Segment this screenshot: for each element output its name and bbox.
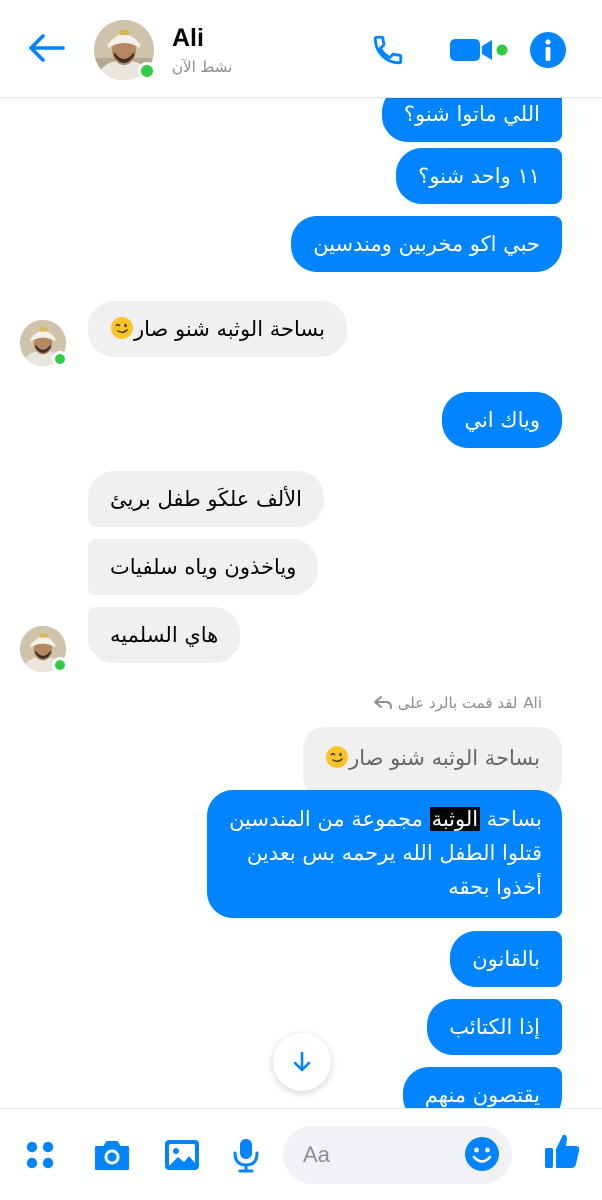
camera-icon[interactable] bbox=[90, 1133, 134, 1177]
quoted-message[interactable]: بساحة الوثبه شنو صار bbox=[303, 727, 562, 799]
winking-face-icon bbox=[326, 746, 349, 768]
contact-avatar[interactable] bbox=[94, 20, 156, 80]
back-arrow-icon[interactable] bbox=[24, 26, 68, 70]
microphone-icon[interactable] bbox=[224, 1133, 268, 1177]
arrow-down-icon bbox=[293, 1051, 311, 1072]
message-composer bbox=[0, 1108, 602, 1200]
reply-arrow-icon bbox=[373, 696, 392, 709]
message-outgoing[interactable]: بالقانون bbox=[450, 931, 562, 987]
conversation-header: Ali نشط الآن bbox=[0, 0, 602, 98]
message-outgoing[interactable]: وياك اني bbox=[442, 392, 562, 448]
phone-icon[interactable] bbox=[366, 28, 410, 72]
highlighted-word: الوثبة bbox=[429, 807, 481, 831]
online-indicator bbox=[52, 657, 68, 673]
video-call-icon[interactable] bbox=[446, 28, 512, 72]
reply-context-label: Ali لقد قمت بالرد على bbox=[373, 694, 542, 712]
message-outgoing-reply[interactable]: بساحة الوثبة مجموعة من المندسين قتلوا ال… bbox=[207, 790, 562, 918]
message-incoming[interactable]: الألف علكَو طفل بريئ bbox=[88, 471, 324, 527]
gallery-icon[interactable] bbox=[160, 1133, 204, 1177]
message-incoming[interactable]: وياخذون وياه سلفيات bbox=[88, 539, 319, 595]
winking-face-icon bbox=[111, 317, 133, 339]
contact-avatar-small[interactable] bbox=[20, 626, 68, 673]
message-outgoing[interactable]: اللي ماتوا شنو؟ bbox=[381, 98, 562, 142]
contact-avatar-small[interactable] bbox=[20, 320, 68, 367]
message-outgoing[interactable]: ١١ واحد شنو؟ bbox=[396, 148, 562, 204]
emoji-icon[interactable] bbox=[460, 1132, 504, 1176]
reply-label-text: لقد قمت بالرد على bbox=[397, 694, 518, 712]
message-outgoing[interactable]: حبي اكو مخربين ومندسين bbox=[291, 216, 562, 272]
contact-name[interactable]: Ali bbox=[172, 24, 204, 53]
message-incoming[interactable]: هاي السلميه bbox=[88, 607, 241, 663]
message-thread[interactable]: اللي ماتوا شنو؟ ١١ واحد شنو؟ حبي اكو مخر… bbox=[0, 98, 602, 1108]
info-icon[interactable] bbox=[526, 28, 570, 72]
thumbs-up-icon[interactable] bbox=[540, 1129, 584, 1173]
online-indicator bbox=[138, 62, 156, 80]
active-status: نشط الآن bbox=[172, 58, 233, 76]
message-outgoing[interactable]: يقتصون منهم bbox=[402, 1067, 562, 1108]
apps-icon[interactable] bbox=[18, 1133, 62, 1177]
reply-label-name: Ali bbox=[523, 694, 542, 712]
scroll-to-bottom-button[interactable] bbox=[273, 1033, 331, 1091]
message-outgoing[interactable]: إذا الكتائب bbox=[427, 999, 562, 1055]
message-incoming[interactable]: بساحة الوثبه شنو صار bbox=[88, 301, 347, 357]
online-indicator bbox=[52, 351, 68, 367]
